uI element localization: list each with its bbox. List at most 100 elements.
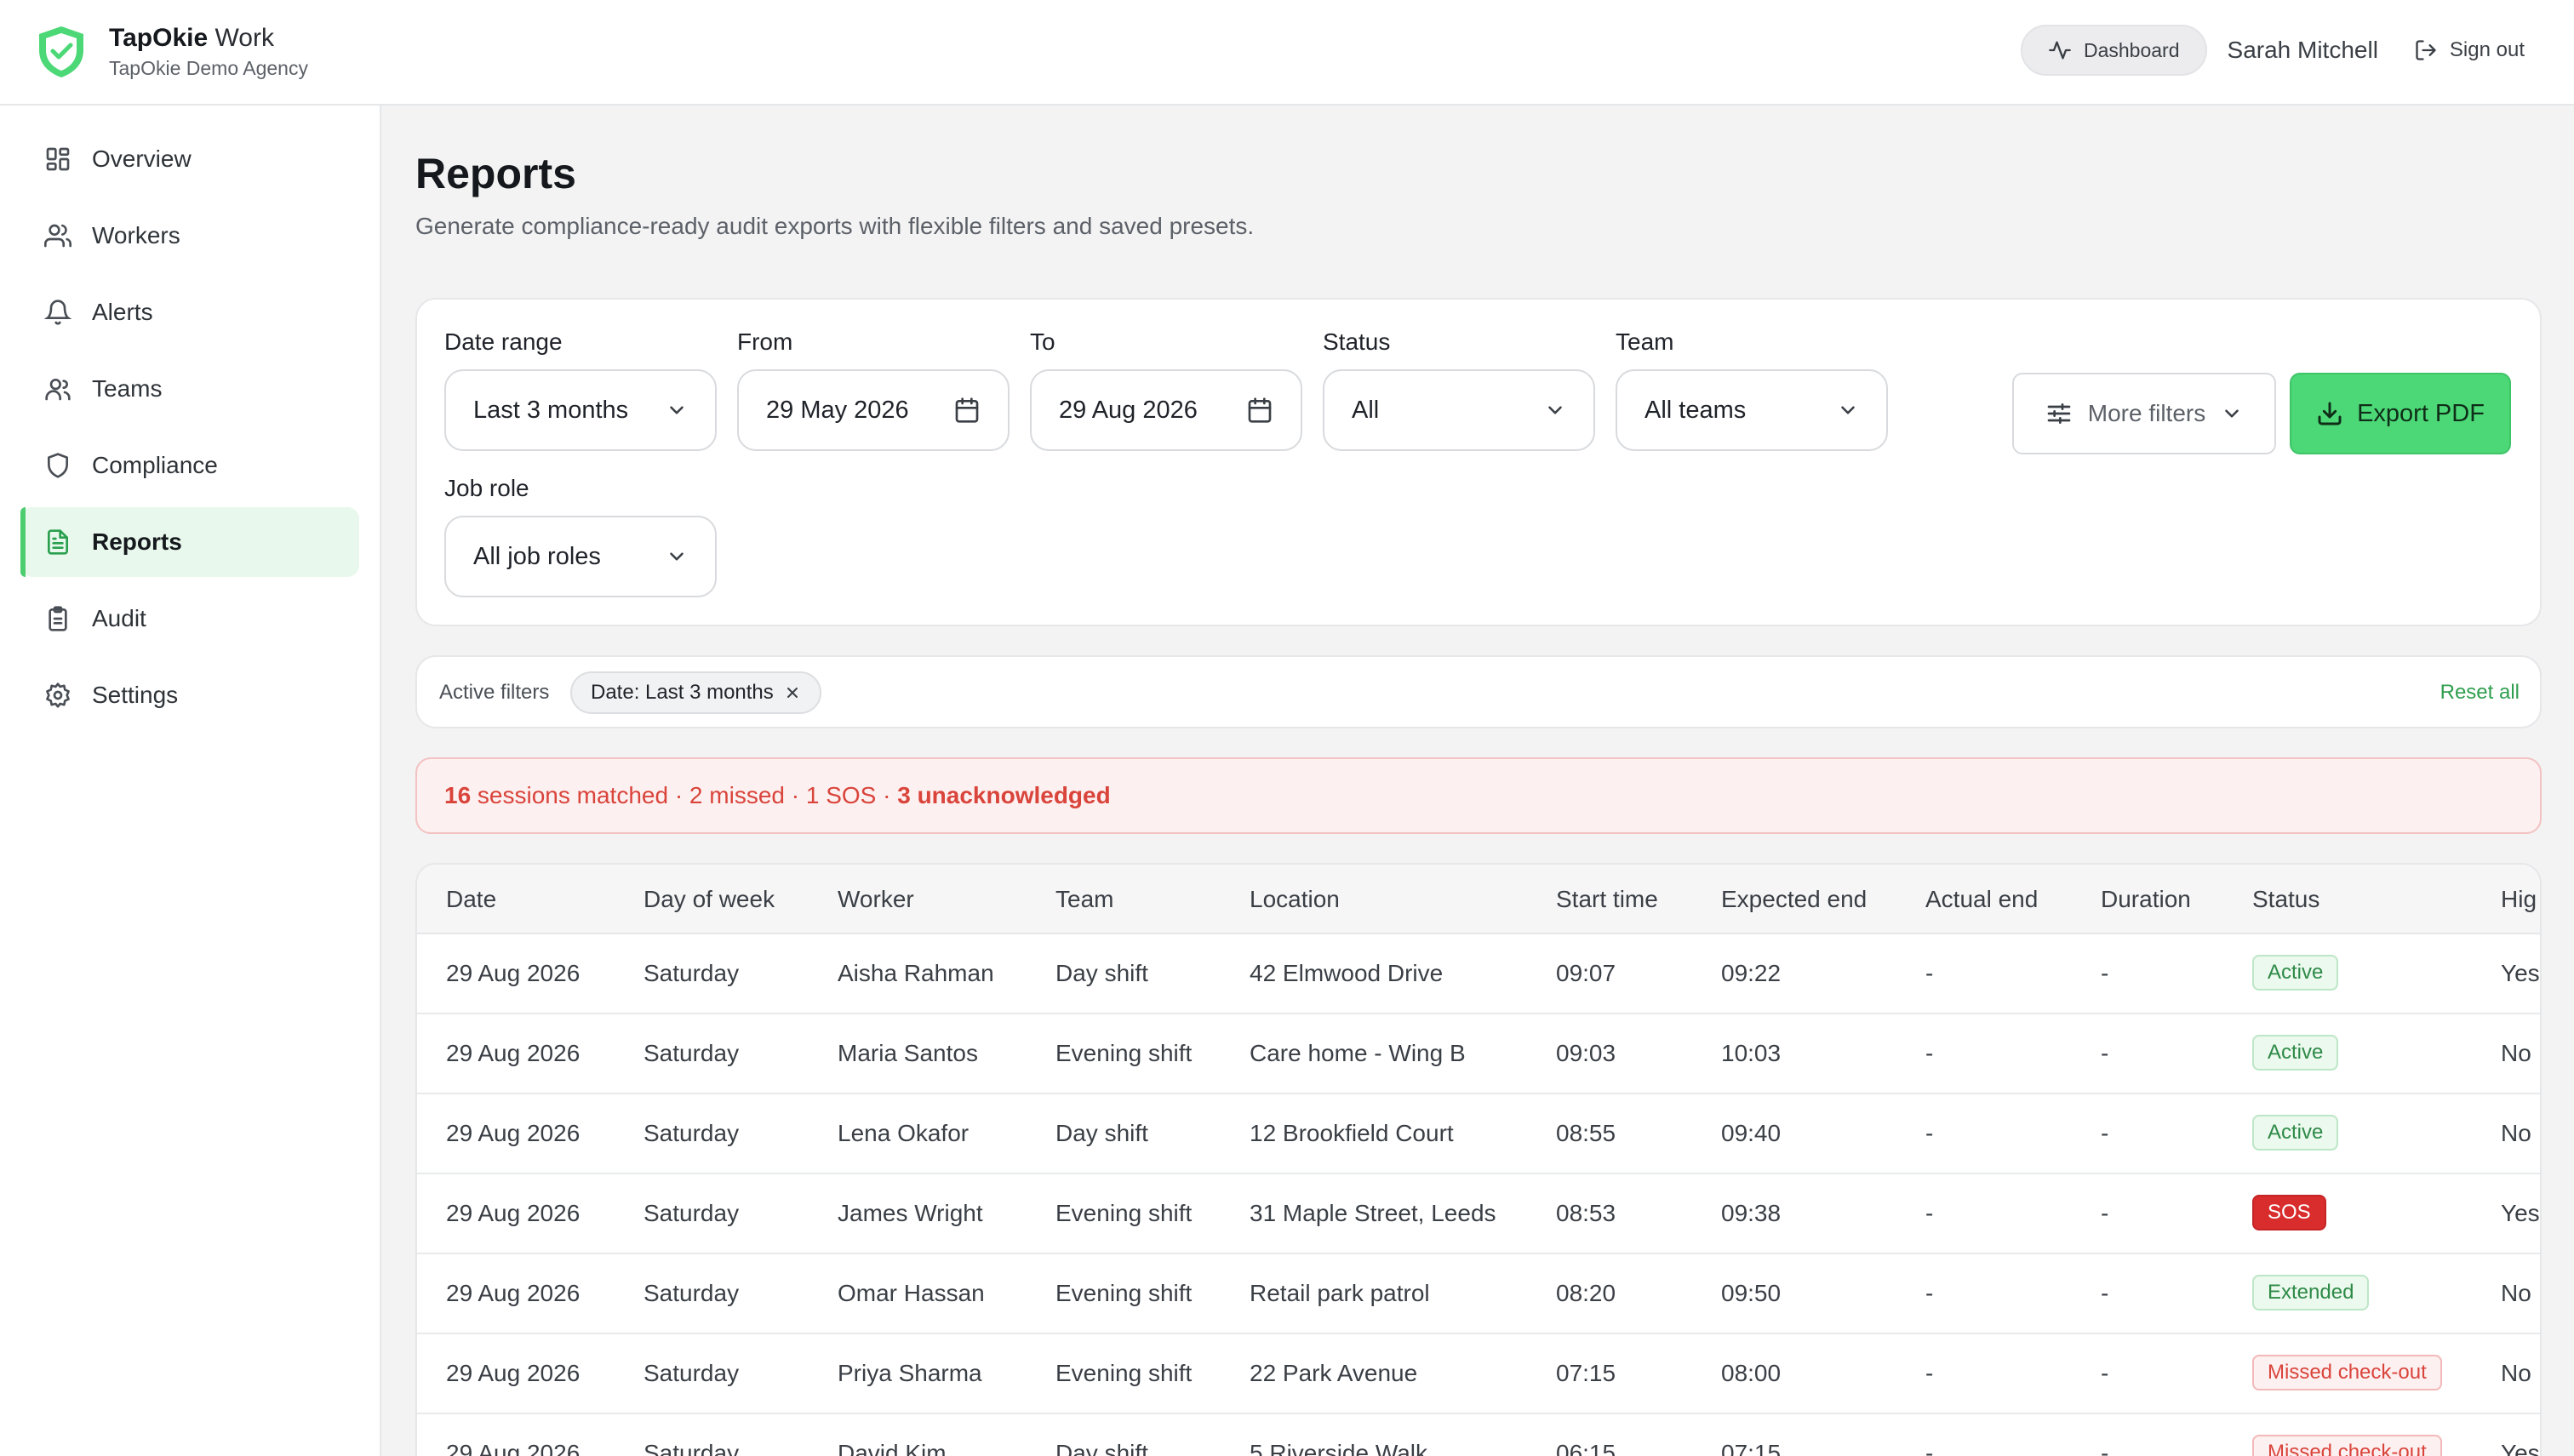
- cell-date: 29 Aug 2026: [446, 1360, 581, 1386]
- column-header-day[interactable]: Day of week: [644, 885, 775, 914]
- cell-high-risk: Yes: [2501, 1440, 2540, 1456]
- active-filters-bar: Active filters Date: Last 3 months Reset…: [415, 655, 2542, 728]
- cell-high-risk: No: [2501, 1120, 2531, 1146]
- cell-duration: -: [2101, 1120, 2109, 1146]
- table-row[interactable]: 29 Aug 2026 Saturday James Wright Evening s…: [417, 1174, 2540, 1254]
- team-select[interactable]: All teams: [1616, 369, 1888, 451]
- status-badge: Missed check-out: [2252, 1435, 2442, 1456]
- calendar-icon[interactable]: [953, 397, 981, 424]
- cell-actual-end: -: [1925, 1280, 1934, 1306]
- cell-location: Care home - Wing B: [1250, 1040, 1466, 1066]
- cell-date: 29 Aug 2026: [446, 1040, 581, 1066]
- cell-expected-end: 09:40: [1721, 1120, 1782, 1146]
- sidebar-item-overview[interactable]: Overview: [20, 124, 359, 194]
- cell-actual-end: -: [1925, 1200, 1934, 1226]
- more-filters-button[interactable]: More filters: [2012, 373, 2276, 454]
- job-role-label: Job role: [444, 475, 529, 501]
- dashboard-label: Dashboard: [2083, 38, 2180, 61]
- chevron-down-icon: [2225, 409, 2239, 418]
- date-range-select[interactable]: Last 3 months: [444, 369, 717, 451]
- filter-chip-date[interactable]: Date: Last 3 months: [570, 671, 821, 714]
- cell-duration: -: [2101, 1440, 2109, 1456]
- sidebar-item-label: Reports: [92, 528, 182, 555]
- table-header: Date Day of week Worker Team Location St…: [417, 865, 2540, 934]
- calendar-icon[interactable]: [1246, 397, 1273, 424]
- sidebar-item-alerts[interactable]: Alerts: [20, 277, 359, 347]
- column-header-team[interactable]: Team: [1055, 885, 1113, 914]
- column-header-date[interactable]: Date: [446, 885, 496, 914]
- activity-icon: [2049, 41, 2071, 60]
- column-header-location[interactable]: Location: [1250, 885, 1340, 914]
- cell-worker: Priya Sharma: [838, 1360, 982, 1386]
- job-role-select[interactable]: All job roles: [444, 516, 717, 597]
- to-label: To: [1030, 328, 1055, 355]
- sidebar-item-label: Compliance: [92, 452, 218, 478]
- table-row[interactable]: 29 Aug 2026 Saturday Priya Sharma Evening s…: [417, 1334, 2540, 1414]
- reset-all-link[interactable]: Reset all: [2440, 679, 2520, 706]
- team-label: Team: [1616, 328, 1674, 355]
- cell-expected-end: 07:15: [1721, 1440, 1782, 1456]
- column-header-start[interactable]: Start time: [1556, 885, 1658, 914]
- cell-actual-end: -: [1925, 1440, 1934, 1456]
- cell-high-risk: No: [2501, 1360, 2531, 1386]
- cell-location: Retail park patrol: [1250, 1280, 1430, 1306]
- filters-panel: [415, 298, 2542, 626]
- cell-expected-end: 09:22: [1721, 960, 1782, 986]
- from-date-input[interactable]: 29 May 2026: [737, 369, 1010, 451]
- sidebar-item-label: Workers: [92, 222, 180, 248]
- table-row[interactable]: 29 Aug 2026 Saturday Maria Santos Evening s…: [417, 1014, 2540, 1094]
- sidebar-item-workers[interactable]: Workers: [20, 201, 359, 271]
- sidebar-item-teams[interactable]: Teams: [20, 354, 359, 424]
- from-label: From: [737, 328, 793, 355]
- status-badge: Active: [2252, 955, 2339, 991]
- column-header-high-risk[interactable]: Hig: [2501, 885, 2537, 914]
- sidebar-item-settings[interactable]: Settings: [20, 660, 359, 730]
- sessions-table: Date Day of week Worker Team Location St…: [415, 863, 2542, 1456]
- table-row[interactable]: 29 Aug 2026 Saturday Omar Hassan Evening sh…: [417, 1254, 2540, 1334]
- status-badge: SOS: [2252, 1195, 2326, 1230]
- cell-high-risk: No: [2501, 1280, 2531, 1306]
- results-summary-banner: 16 sessions matched · 2 missed · 1 SOS ·…: [415, 757, 2542, 834]
- column-header-expected[interactable]: Expected end: [1721, 885, 1867, 914]
- cell-team: Evening shift: [1055, 1200, 1193, 1226]
- cell-high-risk: Yes: [2501, 960, 2540, 986]
- cell-date: 29 Aug 2026: [446, 1200, 581, 1226]
- chevron-down-icon: [670, 552, 684, 561]
- user-name[interactable]: Sarah Mitchell: [2228, 37, 2378, 64]
- brand[interactable]: TapOkie Work TapOkie Demo Agency: [36, 22, 308, 82]
- sidebar-item-compliance[interactable]: Compliance: [20, 431, 359, 500]
- table-row[interactable]: 29 Aug 2026 Saturday David Kim Day shift 5 R…: [417, 1414, 2540, 1456]
- sign-out-button[interactable]: Sign out: [2414, 38, 2525, 62]
- table-row[interactable]: 29 Aug 2026 Saturday Lena Okafor Day shift 1…: [417, 1094, 2540, 1174]
- team-value: All teams: [1644, 396, 1747, 424]
- column-header-status[interactable]: Status: [2252, 885, 2319, 914]
- sidebar-item-label: Alerts: [92, 299, 153, 325]
- active-filters-label: Active filters: [439, 681, 550, 704]
- sidebar-item-label: Teams: [92, 375, 163, 402]
- cell-worker: James Wright: [838, 1200, 983, 1226]
- dashboard-button[interactable]: Dashboard: [2020, 25, 2207, 76]
- cell-day: Saturday: [644, 1200, 740, 1226]
- cell-day: Saturday: [644, 1040, 740, 1066]
- status-select[interactable]: All: [1323, 369, 1595, 451]
- sidebar-item-reports[interactable]: Reports: [20, 507, 359, 577]
- column-header-worker[interactable]: Worker: [838, 885, 914, 914]
- cell-team: Evening shift: [1055, 1040, 1193, 1066]
- status-badge: Active: [2252, 1115, 2339, 1151]
- column-header-actual[interactable]: Actual end: [1925, 885, 2038, 914]
- cell-high-risk: Yes: [2501, 1200, 2540, 1226]
- to-date-input[interactable]: 29 Aug 2026: [1030, 369, 1302, 451]
- table-row[interactable]: 29 Aug 2026 Saturday Aisha Rahman Day shift…: [417, 934, 2540, 1014]
- cell-expected-end: 08:00: [1721, 1360, 1782, 1386]
- status-badge: Missed check-out: [2252, 1355, 2442, 1390]
- export-pdf-button[interactable]: Export PDF: [2290, 373, 2511, 454]
- cell-location: 5 Riverside Walk: [1250, 1440, 1428, 1456]
- organization-name: TapOkie Demo Agency: [109, 57, 308, 79]
- cell-start-time: 09:03: [1556, 1040, 1616, 1066]
- status-badge: Extended: [2252, 1275, 2370, 1310]
- sidebar-item-audit[interactable]: Audit: [20, 584, 359, 654]
- chevron-down-icon: [1548, 406, 1562, 414]
- column-header-duration[interactable]: Duration: [2101, 885, 2191, 914]
- close-icon[interactable]: [784, 684, 801, 701]
- date-range-label: Date range: [444, 328, 563, 355]
